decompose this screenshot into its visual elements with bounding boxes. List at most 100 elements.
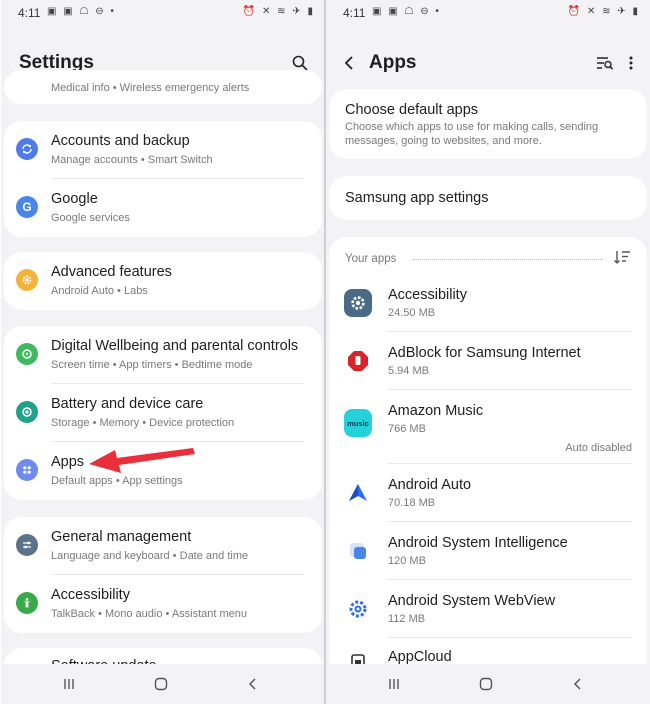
recents-icon[interactable] (384, 674, 404, 694)
item-title: Accessibility (51, 587, 130, 603)
status-time: 4:11 (18, 6, 41, 20)
app-size: 5.94 MB (388, 365, 429, 377)
settings-group-general: General management Language and keyboard… (4, 517, 322, 633)
app-size: 112 MB (388, 613, 426, 625)
item-title: Advanced features (51, 264, 172, 280)
app-name: Android Auto (388, 477, 472, 493)
gear-icon (344, 289, 372, 317)
stop-hand-icon (344, 347, 372, 375)
samsung-app-settings-card[interactable]: Samsung app settings (329, 176, 647, 220)
divider (388, 579, 632, 580)
app-size: 766 MB (388, 423, 426, 435)
sliders-icon (16, 534, 38, 556)
item-title: Google (51, 191, 98, 207)
your-apps-card: Your apps Accessibility 24.50 MB AdBlock… (329, 237, 647, 667)
settings-item-advanced-features[interactable]: Advanced features Android Auto • Labs (4, 252, 322, 310)
divider (388, 331, 632, 332)
item-title: Digital Wellbeing and parental controls (51, 338, 299, 354)
dotted-separator (413, 259, 603, 260)
settings-item-google[interactable]: G Google Google services (4, 179, 322, 237)
amazon-music-icon: music (344, 409, 372, 437)
app-item-amazon-music[interactable]: music Amazon Music 766 MB Auto disabled (329, 395, 647, 464)
item-subtitle: Screen time • App timers • Bedtime mode (51, 359, 253, 371)
system-intelligence-icon (344, 537, 372, 565)
item-subtitle: Android Auto • Labs (51, 285, 148, 297)
app-item-android-system-intelligence[interactable]: Android System Intelligence 120 MB (329, 527, 647, 580)
sync-icon (16, 138, 38, 160)
system-icons: ⏰ ✕ ≋ ✈ ▮ (567, 6, 640, 17)
page-title: Apps (369, 52, 417, 73)
apps-grid-icon (16, 459, 38, 481)
samsung-app-settings-title: Samsung app settings (345, 190, 489, 206)
sort-icon[interactable] (613, 249, 633, 267)
home-icon[interactable] (151, 674, 171, 694)
item-subtitle: Storage • Memory • Device protection (51, 417, 235, 429)
notification-icons: ▣ ▣ ☖ ⊖ • (47, 6, 116, 17)
settings-item-general-management[interactable]: General management Language and keyboard… (4, 517, 322, 575)
app-item-accessibility[interactable]: Accessibility 24.50 MB (329, 279, 647, 332)
app-name: Android System WebView (388, 593, 556, 609)
choose-default-apps-description: Choose which apps to use for making call… (345, 121, 599, 147)
partial-subtitle: Medical info • Wireless emergency alerts (51, 82, 250, 94)
item-title: General management (51, 529, 192, 545)
item-subtitle: Language and keyboard • Date and time (51, 550, 249, 562)
navigation-bar (326, 664, 650, 704)
settings-screen: 4:11 ▣ ▣ ☖ ⊖ • ⏰ ✕ ≋ ✈ ▮ Settings Medica… (1, 0, 325, 704)
item-title: Apps (51, 454, 85, 470)
app-status-badge: Auto disabled (565, 442, 632, 454)
app-name: AdBlock for Samsung Internet (388, 345, 581, 361)
app-name: Amazon Music (388, 403, 484, 419)
settings-item-accessibility[interactable]: Accessibility TalkBack • Mono audio • As… (4, 575, 322, 633)
android-auto-icon (344, 479, 372, 507)
notification-icons: ▣ ▣ ☖ ⊖ • (372, 6, 441, 17)
divider (388, 463, 632, 464)
your-apps-label: Your apps (345, 253, 397, 265)
gear-plus-icon (16, 269, 38, 291)
google-icon: G (16, 196, 38, 218)
more-vertical-icon[interactable] (620, 52, 642, 74)
recents-icon[interactable] (59, 674, 79, 694)
nav-back-icon[interactable] (568, 674, 588, 694)
item-title: Battery and device care (51, 396, 204, 412)
status-time: 4:11 (343, 6, 366, 20)
divider (388, 389, 632, 390)
app-item-android-auto[interactable]: Android Auto 70.18 MB (329, 469, 647, 522)
navigation-bar (1, 664, 325, 704)
webview-gear-icon (344, 595, 372, 623)
status-bar: 4:11 ▣ ▣ ☖ ⊖ • ⏰ ✕ ≋ ✈ ▮ (326, 0, 650, 28)
home-icon[interactable] (476, 674, 496, 694)
settings-group-advanced: Advanced features Android Auto • Labs (4, 252, 322, 310)
choose-default-apps-card[interactable]: Choose default apps Choose which apps to… (329, 89, 647, 159)
wellbeing-icon (16, 343, 38, 365)
apps-screen: 4:11 ▣ ▣ ☖ ⊖ • ⏰ ✕ ≋ ✈ ▮ Apps Choose def… (326, 0, 650, 704)
divider (388, 637, 632, 638)
app-item-android-system-webview[interactable]: Android System WebView 112 MB (329, 585, 647, 638)
settings-item-accounts-backup[interactable]: Accounts and backup Manage accounts • Sm… (4, 121, 322, 179)
app-size: 24.50 MB (388, 307, 436, 319)
apps-header: Apps (326, 40, 650, 88)
partial-top-card: Medical info • Wireless emergency alerts (4, 70, 322, 104)
divider (388, 521, 632, 522)
app-item-adblock[interactable]: AdBlock for Samsung Internet 5.94 MB (329, 337, 647, 390)
app-name: AppCloud (388, 649, 452, 665)
settings-item-digital-wellbeing[interactable]: Digital Wellbeing and parental controls … (4, 326, 322, 384)
nav-back-icon[interactable] (243, 674, 263, 694)
back-arrow-icon[interactable] (338, 52, 360, 74)
app-name: Accessibility (388, 287, 467, 303)
app-size: 120 MB (388, 555, 426, 567)
annotation-arrow (89, 448, 195, 473)
accessibility-person-icon (16, 592, 38, 614)
system-icons: ⏰ ✕ ≋ ✈ ▮ (242, 6, 315, 17)
device-care-icon (16, 401, 38, 423)
item-subtitle: Manage accounts • Smart Switch (51, 154, 213, 166)
choose-default-apps-title: Choose default apps (345, 102, 479, 118)
item-title: Accounts and backup (51, 133, 190, 149)
settings-item-battery-device-care[interactable]: Battery and device care Storage • Memory… (4, 384, 322, 442)
item-subtitle: TalkBack • Mono audio • Assistant menu (51, 608, 248, 620)
item-subtitle: Google services (51, 212, 130, 224)
status-bar: 4:11 ▣ ▣ ☖ ⊖ • ⏰ ✕ ≋ ✈ ▮ (1, 0, 325, 28)
filter-search-icon[interactable] (594, 52, 616, 74)
app-name: Android System Intelligence (388, 535, 568, 551)
settings-group-accounts: Accounts and backup Manage accounts • Sm… (4, 121, 322, 237)
app-size: 70.18 MB (388, 497, 436, 509)
